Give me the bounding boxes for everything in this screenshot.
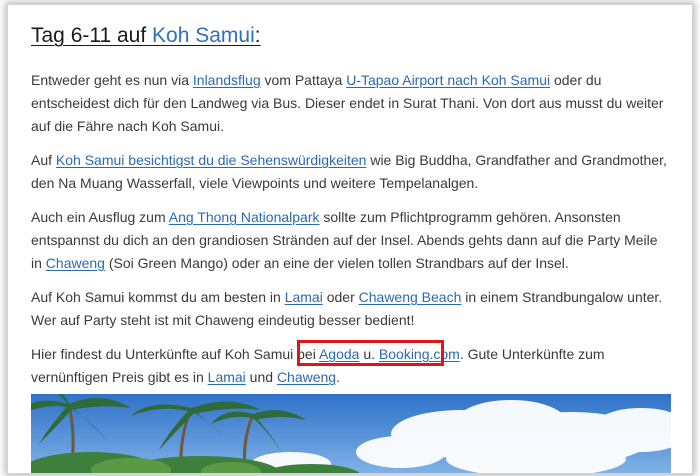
link-chaweng-2[interactable]: Chaweng xyxy=(277,369,336,385)
text: und xyxy=(245,369,277,385)
text: Auch ein Ausflug zum xyxy=(31,209,169,225)
heading-underline: Tag 6-11 auf Koh Samui: xyxy=(31,24,261,47)
text: Entweder geht es nun via xyxy=(31,72,193,88)
text: . xyxy=(336,369,340,385)
heading-link-koh-samui[interactable]: Koh Samui xyxy=(152,24,255,47)
link-lamai[interactable]: Lamai xyxy=(285,289,323,305)
text: Auf xyxy=(31,152,56,168)
text: (Soi Green Mango) oder an eine der viele… xyxy=(104,255,569,271)
palm-trees-beach-photo xyxy=(31,394,671,473)
section-heading: Tag 6-11 auf Koh Samui: xyxy=(31,23,261,49)
heading-suffix: : xyxy=(254,24,261,47)
link-u-tapao-airport[interactable]: U-Tapao Airport nach Koh Samui xyxy=(346,72,550,88)
link-chaweng-beach[interactable]: Chaweng Beach xyxy=(359,289,462,305)
link-sehenswuerdigkeiten[interactable]: Koh Samui besichtigst du die Sehenswürdi… xyxy=(56,152,367,168)
paragraph-sights: Auf Koh Samui besichtigst du die Sehensw… xyxy=(31,149,671,195)
link-lamai-2[interactable]: Lamai xyxy=(208,369,246,385)
link-booking-com[interactable]: Booking.com xyxy=(379,346,460,362)
text: u. xyxy=(359,346,379,362)
link-chaweng[interactable]: Chaweng xyxy=(46,255,105,271)
link-agoda[interactable]: Agoda xyxy=(319,346,359,362)
text: Auf Koh Samui kommst du am besten in xyxy=(31,289,285,305)
paragraph-accommodation: Hier findest du Unterkünfte auf Koh Samu… xyxy=(31,343,671,389)
heading-prefix: Tag 6-11 auf xyxy=(31,24,153,47)
text: Hier findest du Unterkünfte auf Koh Samu… xyxy=(31,346,319,362)
link-ang-thong-nationalpark[interactable]: Ang Thong Nationalpark xyxy=(169,209,320,225)
paragraph-stay: Auf Koh Samui kommst du am besten in Lam… xyxy=(31,286,671,332)
text: vom Pattaya xyxy=(260,72,347,88)
paragraph-excursion: Auch ein Ausflug zum Ang Thong Nationalp… xyxy=(31,206,671,275)
screenshot-frame: Tag 6-11 auf Koh Samui: Entweder geht es… xyxy=(7,4,693,474)
text: oder xyxy=(322,289,359,305)
paragraph-travel: Entweder geht es nun via Inlandsflug vom… xyxy=(31,69,671,138)
photo-graphic xyxy=(31,394,671,473)
link-inlandsflug[interactable]: Inlandsflug xyxy=(193,72,261,88)
